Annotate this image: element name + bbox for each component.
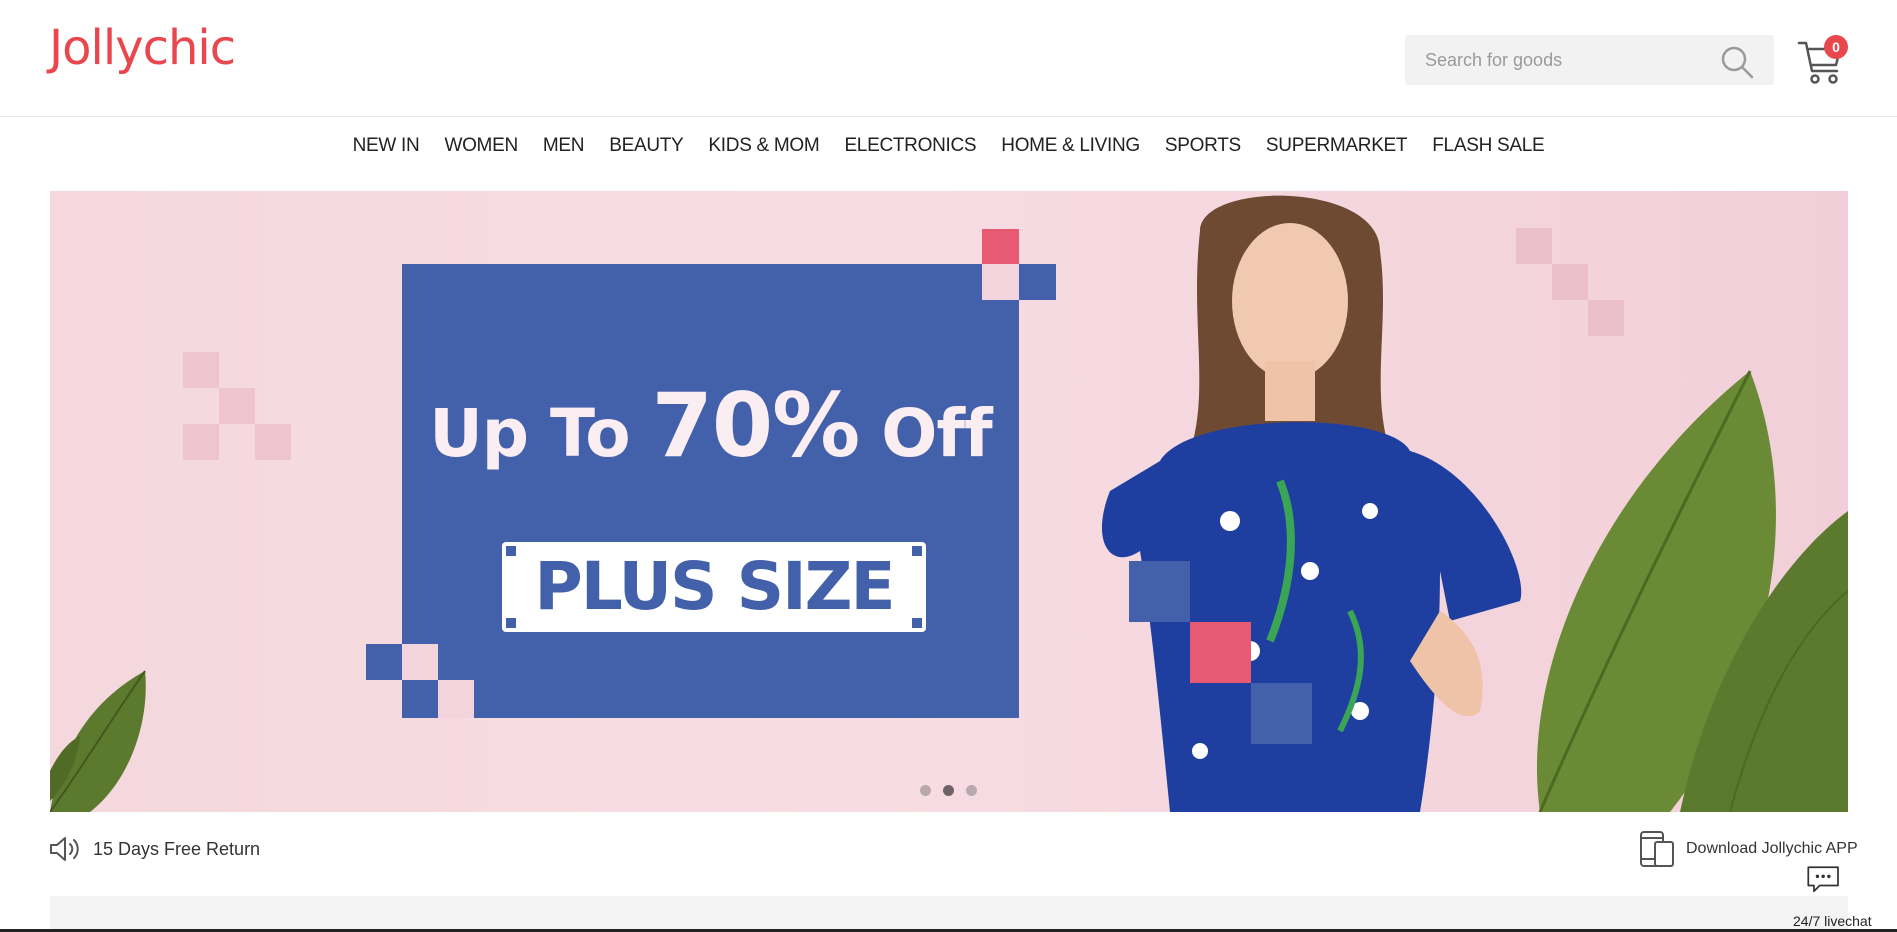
decor-square — [1251, 683, 1312, 744]
promo-headline: Up To 70% Off — [402, 374, 1019, 477]
decor-square — [402, 680, 438, 718]
download-app-text: Download Jollychic APP — [1686, 840, 1858, 857]
decor-square — [1019, 264, 1056, 300]
headline-value: 70% — [651, 374, 861, 477]
hero-banner[interactable]: Up To 70% Off PLUS SIZE — [50, 191, 1848, 812]
promo-box[interactable]: Up To 70% Off PLUS SIZE — [402, 264, 1019, 718]
cart-count-badge: 0 — [1824, 35, 1848, 59]
decor-square — [1588, 300, 1624, 336]
decor-square — [438, 680, 474, 718]
site-header: Jollychic 0 — [0, 0, 1897, 117]
nav-item-beauty[interactable]: BEAUTY — [597, 130, 696, 162]
decor-square — [183, 424, 219, 460]
phone-icon — [1640, 831, 1674, 867]
free-return-text: 15 Days Free Return — [93, 838, 261, 859]
livechat-label[interactable]: 24/7 livechat — [1793, 913, 1872, 929]
decor-square — [1129, 561, 1190, 622]
decor-square — [982, 229, 1019, 264]
decor-square — [982, 264, 1019, 300]
leaf-left-illustration — [50, 670, 146, 812]
headline-suffix: Off — [859, 395, 993, 472]
category-nav: NEW IN WOMEN MEN BEAUTY KIDS & MOM ELECT… — [0, 130, 1897, 162]
jollychic-logo[interactable]: Jollychic — [49, 20, 236, 76]
decor-square — [183, 352, 219, 388]
decor-square — [255, 424, 291, 460]
chat-bubble-icon[interactable] — [1806, 858, 1866, 913]
search-box — [1405, 35, 1774, 85]
decor-square — [402, 644, 438, 680]
nav-item-women[interactable]: WOMEN — [432, 130, 530, 162]
carousel-dot-1[interactable] — [920, 785, 931, 796]
search-input[interactable] — [1405, 35, 1705, 85]
nav-item-supermarket[interactable]: SUPERMARKET — [1253, 130, 1419, 162]
carousel-dot-3[interactable] — [966, 785, 977, 796]
free-return-notice: 15 Days Free Return — [49, 833, 260, 865]
decor-square — [219, 388, 255, 424]
search-icon[interactable] — [1720, 45, 1754, 79]
plus-size-tag[interactable]: PLUS SIZE — [502, 542, 926, 632]
nav-item-kids-mom[interactable]: KIDS & MOM — [696, 130, 832, 162]
content-strip — [50, 896, 1848, 932]
nav-item-flash-sale[interactable]: FLASH SALE — [1420, 130, 1557, 162]
nav-item-home-living[interactable]: HOME & LIVING — [989, 130, 1153, 162]
nav-item-new-in[interactable]: NEW IN — [340, 130, 432, 162]
headline-prefix: Up To — [429, 395, 652, 472]
carousel-dot-2[interactable] — [943, 785, 954, 796]
nav-item-men[interactable]: MEN — [530, 130, 596, 162]
nav-item-electronics[interactable]: ELECTRONICS — [832, 130, 989, 162]
carousel-dots — [920, 785, 977, 796]
decor-square — [1190, 622, 1251, 683]
plus-size-label: PLUS SIZE — [534, 548, 895, 625]
speaker-icon — [50, 837, 79, 861]
nav-item-sports[interactable]: SPORTS — [1152, 130, 1253, 162]
decor-square — [366, 644, 402, 680]
